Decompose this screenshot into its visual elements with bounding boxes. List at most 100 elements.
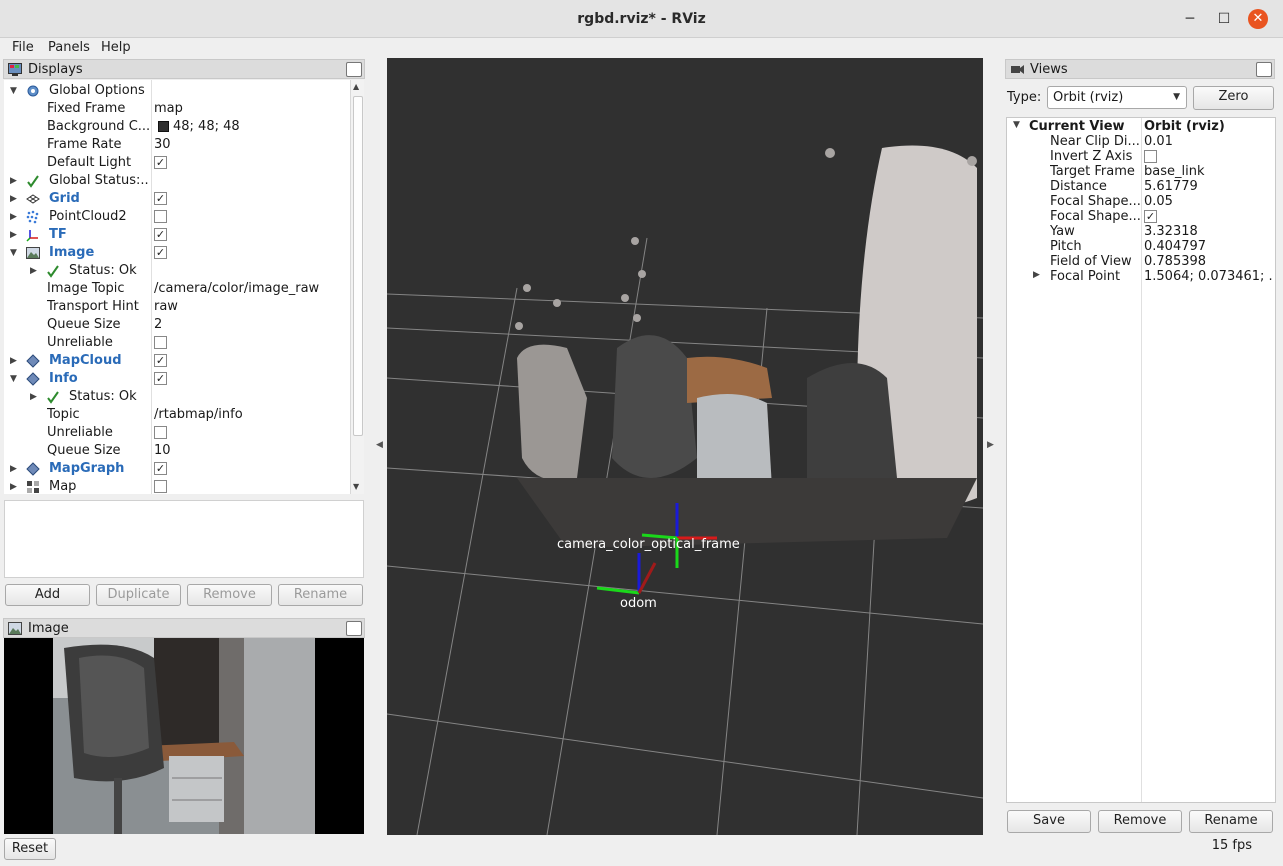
display-row[interactable]: ▶ TF ✓ (4, 226, 350, 244)
display-row[interactable]: ▶ Status: Ok (4, 262, 350, 280)
display-row[interactable]: ▶ Grid ✓ (4, 190, 350, 208)
expand-down-icon[interactable]: ▼ (10, 85, 20, 97)
expand-down-icon[interactable]: ▼ (10, 373, 20, 385)
display-row[interactable]: Default Light ✓ (4, 154, 350, 172)
view-property-row[interactable]: Focal Shape... 0.05 (1007, 194, 1275, 209)
scroll-thumb[interactable] (353, 96, 363, 436)
display-row[interactable]: ▶ MapGraph ✓ (4, 460, 350, 478)
expand-right-icon[interactable]: ▶ (10, 175, 20, 187)
display-enable-checkbox[interactable]: ✓ (154, 462, 167, 475)
remove-view-button[interactable]: Remove (1098, 810, 1182, 833)
add-button[interactable]: Add (5, 584, 90, 606)
menu-panels[interactable]: Panels (48, 40, 90, 55)
expand-right-icon[interactable]: ▶ (10, 355, 20, 367)
view-property-row[interactable]: Pitch 0.404797 (1007, 239, 1275, 254)
right-splitter-icon[interactable]: ▶ (987, 440, 994, 450)
zero-button[interactable]: Zero (1193, 86, 1274, 110)
expand-down-icon[interactable]: ▼ (1013, 120, 1020, 130)
display-row[interactable]: ▶ MapCloud ✓ (4, 352, 350, 370)
display-row-value[interactable]: 48; 48; 48 (173, 119, 240, 134)
color-swatch[interactable] (158, 121, 169, 132)
point-cloud-scene[interactable]: camera_color_optical_frame odom (387, 58, 983, 835)
display-row[interactable]: Unreliable (4, 424, 350, 442)
display-row[interactable]: ▼ Image ✓ (4, 244, 350, 262)
display-row[interactable]: Image Topic/camera/color/image_raw (4, 280, 350, 298)
view-property-row[interactable]: ▶ Focal Point 1.5064; 0.073461; ... (1007, 269, 1275, 284)
display-row[interactable]: ▶ Map (4, 478, 350, 494)
menu-help[interactable]: Help (101, 40, 131, 55)
minimize-icon[interactable]: ─ (1180, 9, 1200, 29)
display-enable-checkbox[interactable]: ✓ (154, 354, 167, 367)
expand-right-icon[interactable]: ▶ (10, 463, 20, 475)
expand-right-icon[interactable]: ▶ (30, 391, 40, 403)
display-row-value[interactable]: raw (154, 299, 178, 314)
rename-view-button[interactable]: Rename (1189, 810, 1273, 833)
displays-undock-button[interactable] (346, 62, 362, 77)
image-panel-undock-button[interactable] (346, 621, 362, 636)
scroll-up-icon[interactable]: ▲ (353, 82, 359, 91)
view-property-row[interactable]: Yaw 3.32318 (1007, 224, 1275, 239)
display-enable-checkbox[interactable] (154, 336, 167, 349)
display-row[interactable]: ▶ Status: Ok (4, 388, 350, 406)
display-row[interactable]: ▶ PointCloud2 (4, 208, 350, 226)
expand-down-icon[interactable]: ▼ (10, 247, 20, 259)
view-property-row[interactable]: Invert Z Axis (1007, 149, 1275, 164)
display-row[interactable]: ▶ Global Status:... (4, 172, 350, 190)
reset-button[interactable]: Reset (4, 838, 56, 860)
display-row[interactable]: Queue Size 10 (4, 442, 350, 460)
view-type-select[interactable]: Orbit (rviz) ▼ (1047, 86, 1187, 109)
view-property-row[interactable]: Field of View 0.785398 (1007, 254, 1275, 269)
expand-right-icon[interactable]: ▶ (10, 193, 20, 205)
scroll-down-icon[interactable]: ▼ (353, 482, 359, 491)
display-row-value[interactable]: 10 (154, 443, 171, 458)
display-enable-checkbox[interactable] (154, 480, 167, 493)
display-enable-checkbox[interactable]: ✓ (154, 372, 167, 385)
display-row-value[interactable]: map (154, 101, 183, 116)
view-property-row[interactable]: Focal Shape... ✓ (1007, 209, 1275, 224)
render-3d-view[interactable]: camera_color_optical_frame odom (387, 58, 983, 835)
display-row[interactable]: Background C... 48; 48; 48 (4, 118, 350, 136)
display-row[interactable]: Frame Rate 30 (4, 136, 350, 154)
view-property-value[interactable]: 0.05 (1144, 194, 1274, 209)
display-row-value[interactable]: 2 (154, 317, 162, 332)
display-enable-checkbox[interactable]: ✓ (154, 246, 167, 259)
view-property-row[interactable]: ▼ Current View Orbit (rviz) (1007, 119, 1275, 134)
displays-scrollbar[interactable]: ▲ ▼ (350, 80, 364, 494)
display-row[interactable]: Queue Size 2 (4, 316, 350, 334)
view-property-value[interactable]: 3.32318 (1144, 224, 1274, 239)
expand-right-icon[interactable]: ▶ (10, 211, 20, 223)
expand-right-icon[interactable]: ▶ (1033, 270, 1040, 280)
view-property-value[interactable]: Orbit (rviz) (1144, 119, 1274, 134)
display-row[interactable]: Unreliable (4, 334, 350, 352)
maximize-icon[interactable]: ☐ (1214, 9, 1234, 29)
views-undock-button[interactable] (1256, 62, 1272, 77)
view-property-value[interactable]: 0.404797 (1144, 239, 1274, 254)
duplicate-button[interactable]: Duplicate (96, 584, 181, 606)
display-enable-checkbox[interactable]: ✓ (154, 156, 167, 169)
view-property-value[interactable]: 5.61779 (1144, 179, 1274, 194)
close-icon[interactable]: ✕ (1248, 9, 1268, 29)
display-row[interactable]: ▼ Global Options (4, 82, 350, 100)
rename-display-button[interactable]: Rename (278, 584, 363, 606)
view-property-value[interactable]: 0.785398 (1144, 254, 1274, 269)
display-enable-checkbox[interactable] (154, 210, 167, 223)
display-row[interactable]: Fixed Frame map (4, 100, 350, 118)
view-property-value[interactable]: 0.01 (1144, 134, 1274, 149)
display-row-value[interactable]: 30 (154, 137, 171, 152)
view-property-value[interactable]: 1.5064; 0.073461; ... (1144, 269, 1274, 284)
view-property-row[interactable]: Distance 5.61779 (1007, 179, 1275, 194)
expand-right-icon[interactable]: ▶ (30, 265, 40, 277)
view-property-checkbox[interactable] (1144, 150, 1157, 163)
view-property-row[interactable]: Target Frame base_link (1007, 164, 1275, 179)
display-row[interactable]: Topic/rtabmap/info (4, 406, 350, 424)
expand-right-icon[interactable]: ▶ (10, 229, 20, 241)
view-property-checkbox[interactable]: ✓ (1144, 210, 1157, 223)
save-view-button[interactable]: Save (1007, 810, 1091, 833)
view-property-value[interactable]: base_link (1144, 164, 1274, 179)
display-enable-checkbox[interactable]: ✓ (154, 228, 167, 241)
display-row[interactable]: ▼ Info ✓ (4, 370, 350, 388)
display-row[interactable]: Transport Hint raw (4, 298, 350, 316)
left-splitter-icon[interactable]: ◀ (376, 440, 383, 450)
expand-right-icon[interactable]: ▶ (10, 481, 20, 493)
display-enable-checkbox[interactable]: ✓ (154, 192, 167, 205)
